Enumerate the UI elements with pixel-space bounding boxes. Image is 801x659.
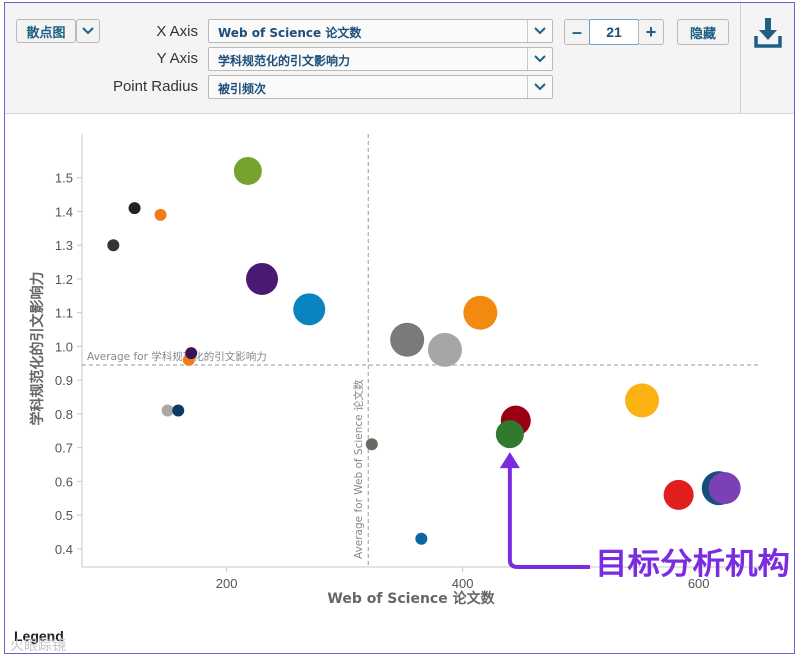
data-point	[154, 208, 167, 221]
data-point	[495, 420, 524, 449]
data-point	[128, 202, 141, 215]
y-tick-label: 1.4	[55, 204, 73, 219]
data-point	[185, 347, 198, 360]
data-point	[293, 293, 326, 326]
scatter-chart: 0.4 0.5 0.6 0.7 0.8 0.9 1.0 1.1 1.2 1.3 1.4 1.5 200 4…	[29, 134, 790, 607]
y-average-label: Average for 学科规范化的引文影响力	[87, 350, 267, 363]
data-point	[161, 404, 174, 417]
y-tick-label: 1.5	[55, 171, 73, 186]
y-axis-title: 学科规范化的引文影响力	[29, 272, 46, 426]
data-point	[427, 332, 462, 367]
data-point	[246, 262, 279, 295]
y-tick-label: 0.4	[55, 542, 73, 557]
data-point	[390, 322, 425, 357]
data-point	[708, 472, 741, 505]
data-point	[107, 239, 120, 252]
y-tick-label: 1.0	[55, 339, 73, 354]
y-tick-label: 1.2	[55, 272, 73, 287]
data-point	[233, 156, 262, 185]
data-point	[365, 438, 378, 451]
annotation-label: 目标分析机构	[595, 547, 790, 582]
y-tick-label: 0.7	[55, 441, 73, 456]
y-tick-label: 0.9	[55, 373, 73, 388]
data-point	[463, 295, 498, 330]
x-axis-title: Web of Science 论文数	[327, 590, 495, 607]
data-point	[663, 479, 694, 510]
annotation-arrow-head	[499, 452, 520, 469]
x-tick-label: 400	[452, 576, 474, 591]
data-point	[172, 404, 185, 417]
x-average-label: Average for Web of Science 论文数	[352, 379, 365, 559]
y-tick-label: 1.1	[55, 306, 73, 321]
x-tick-label: 200	[216, 576, 238, 591]
y-tick-label: 0.5	[55, 508, 73, 523]
y-tick-label: 1.3	[55, 238, 73, 253]
y-tick-label: 0.6	[55, 474, 73, 489]
data-point	[415, 532, 428, 545]
y-tick-label: 0.8	[55, 407, 73, 422]
annotation-arrow-line	[507, 464, 590, 569]
data-point	[625, 383, 660, 418]
watermark: 火眼踪镜	[10, 638, 66, 654]
